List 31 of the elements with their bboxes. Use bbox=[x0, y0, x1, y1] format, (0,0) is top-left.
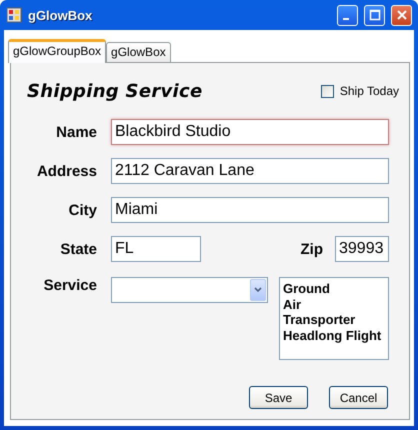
list-item[interactable]: Ground bbox=[283, 281, 385, 296]
dialog-button[interactable]: Cancel bbox=[329, 386, 388, 409]
dialog-button[interactable]: Save bbox=[249, 386, 308, 409]
maximize-icon bbox=[368, 9, 380, 21]
tab[interactable]: gGlowGroupBox bbox=[8, 39, 106, 63]
field-label: State bbox=[60, 240, 97, 258]
ship-today-checkbox[interactable]: Ship Today bbox=[320, 84, 399, 98]
maximize-button[interactable] bbox=[364, 4, 385, 26]
window-title: gGlowBox bbox=[28, 8, 94, 22]
list-item[interactable]: Air bbox=[283, 296, 385, 312]
field-label: Name bbox=[56, 124, 97, 140]
text-field[interactable]: Miami bbox=[111, 197, 389, 223]
minimize-button[interactable] bbox=[337, 4, 358, 26]
close-button[interactable] bbox=[391, 4, 412, 26]
field-label: Address bbox=[36, 162, 97, 180]
text-field[interactable]: FL bbox=[111, 236, 201, 262]
service-dropdown[interactable] bbox=[111, 277, 268, 303]
text-field[interactable]: 39993 bbox=[335, 236, 389, 262]
field-label: City bbox=[68, 202, 97, 218]
list-item[interactable]: Transporter bbox=[283, 312, 385, 328]
text-field[interactable]: Blackbird Studio bbox=[111, 119, 389, 145]
minimize-icon bbox=[343, 18, 349, 20]
app-icon bbox=[6, 7, 22, 23]
tab[interactable]: gGlowBox bbox=[106, 42, 171, 62]
field-label: Zip bbox=[300, 240, 323, 258]
group-title: Shipping Service bbox=[27, 80, 204, 102]
text-field[interactable]: 2112 Caravan Lane bbox=[111, 158, 389, 184]
close-icon bbox=[396, 9, 408, 21]
field-label: Service bbox=[44, 276, 97, 294]
list-item[interactable]: Headlong Flight bbox=[283, 328, 385, 343]
caret-icon bbox=[254, 287, 262, 293]
